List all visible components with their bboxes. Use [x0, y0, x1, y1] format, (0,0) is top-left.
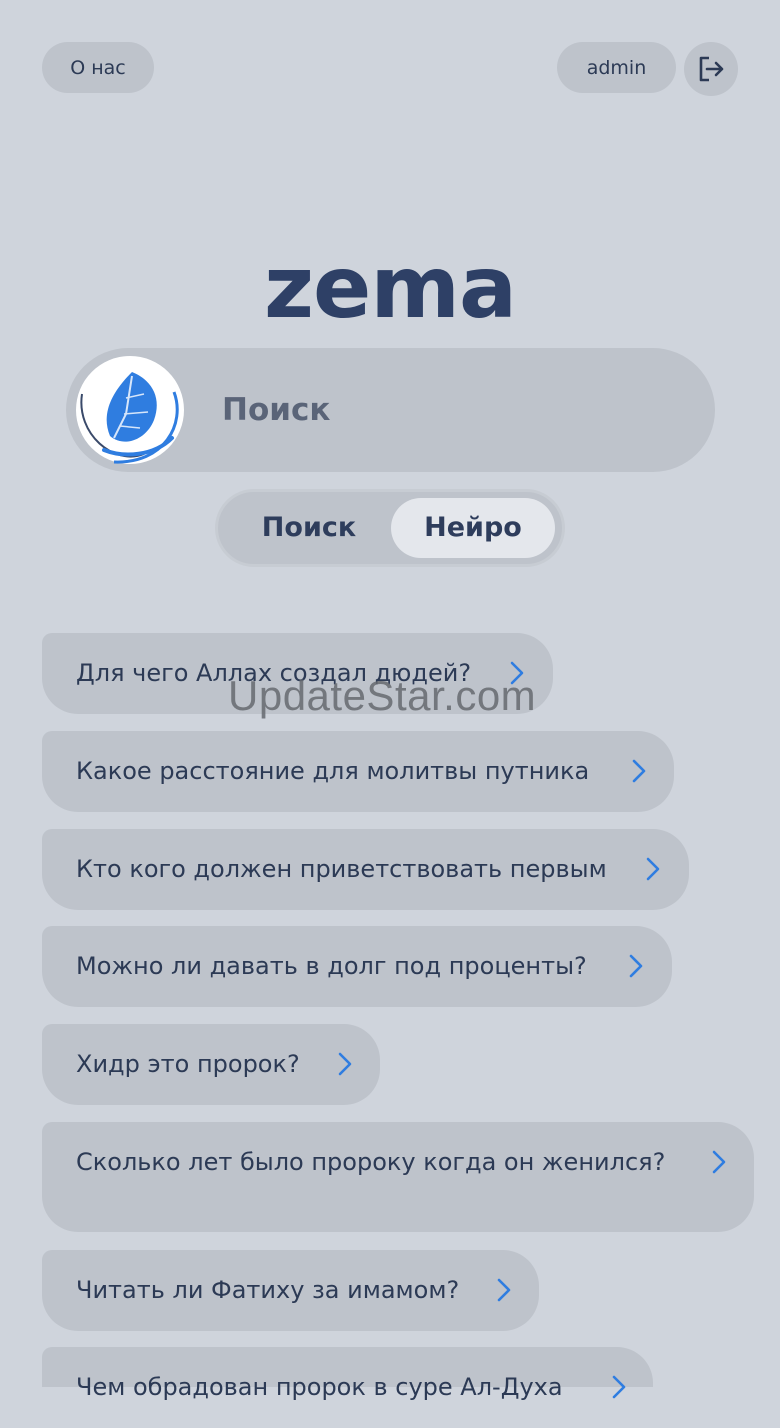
chevron-right-icon: [712, 1150, 726, 1174]
chevron-right-icon: [338, 1052, 352, 1076]
chevron-right-icon: [646, 857, 660, 881]
mode-option-search[interactable]: Поиск: [234, 498, 384, 558]
chevron-right-icon: [632, 759, 646, 783]
suggestion-text: Можно ли давать в долг под проценты?: [76, 952, 587, 980]
suggestion-text: Чем обрадован пророк в суре Ал-Духа: [76, 1373, 563, 1401]
chevron-right-icon: [612, 1375, 626, 1399]
chevron-right-icon: [629, 954, 643, 978]
suggestion-item[interactable]: Кто кого должен приветствовать первым: [42, 829, 689, 910]
watermark: UpdateStar.com: [228, 672, 537, 719]
suggestion-item[interactable]: Читать ли Фатиху за имамом?: [42, 1250, 539, 1331]
suggestion-text: Кто кого должен приветствовать первым: [76, 855, 607, 883]
suggestion-item[interactable]: Сколько лет было пророку когда он женилс…: [42, 1122, 754, 1232]
suggestion-item[interactable]: Какое расстояние для молитвы путника: [42, 731, 674, 812]
suggestion-item[interactable]: Можно ли давать в долг под проценты?: [42, 926, 672, 1007]
about-button[interactable]: О нас: [42, 42, 154, 93]
logout-button[interactable]: [684, 42, 738, 96]
suggestion-text: Какое расстояние для молитвы путника: [76, 757, 590, 785]
suggestion-text: Читать ли Фатиху за имамом?: [76, 1276, 460, 1304]
user-button[interactable]: admin: [557, 42, 676, 93]
mode-option-neuro[interactable]: Нейро: [391, 498, 555, 558]
suggestion-item[interactable]: Чем обрадован пророк в суре Ал-Духа: [42, 1347, 653, 1401]
user-label: admin: [586, 56, 647, 79]
suggestion-text: Сколько лет было пророку когда он женилс…: [76, 1148, 666, 1176]
suggestion-item[interactable]: Хидр это пророк?: [42, 1024, 380, 1105]
mode-toggle[interactable]: Поиск Нейро: [215, 489, 565, 567]
search-placeholder: Поиск: [222, 392, 331, 428]
app-logo: zema: [263, 238, 517, 338]
search-bar[interactable]: Поиск: [66, 348, 715, 472]
leaf-globe-logo: [76, 356, 184, 464]
about-label: О нас: [70, 56, 126, 79]
logout-icon: [699, 56, 724, 82]
suggestion-text: Хидр это пророк?: [76, 1050, 300, 1078]
chevron-right-icon: [497, 1278, 511, 1302]
